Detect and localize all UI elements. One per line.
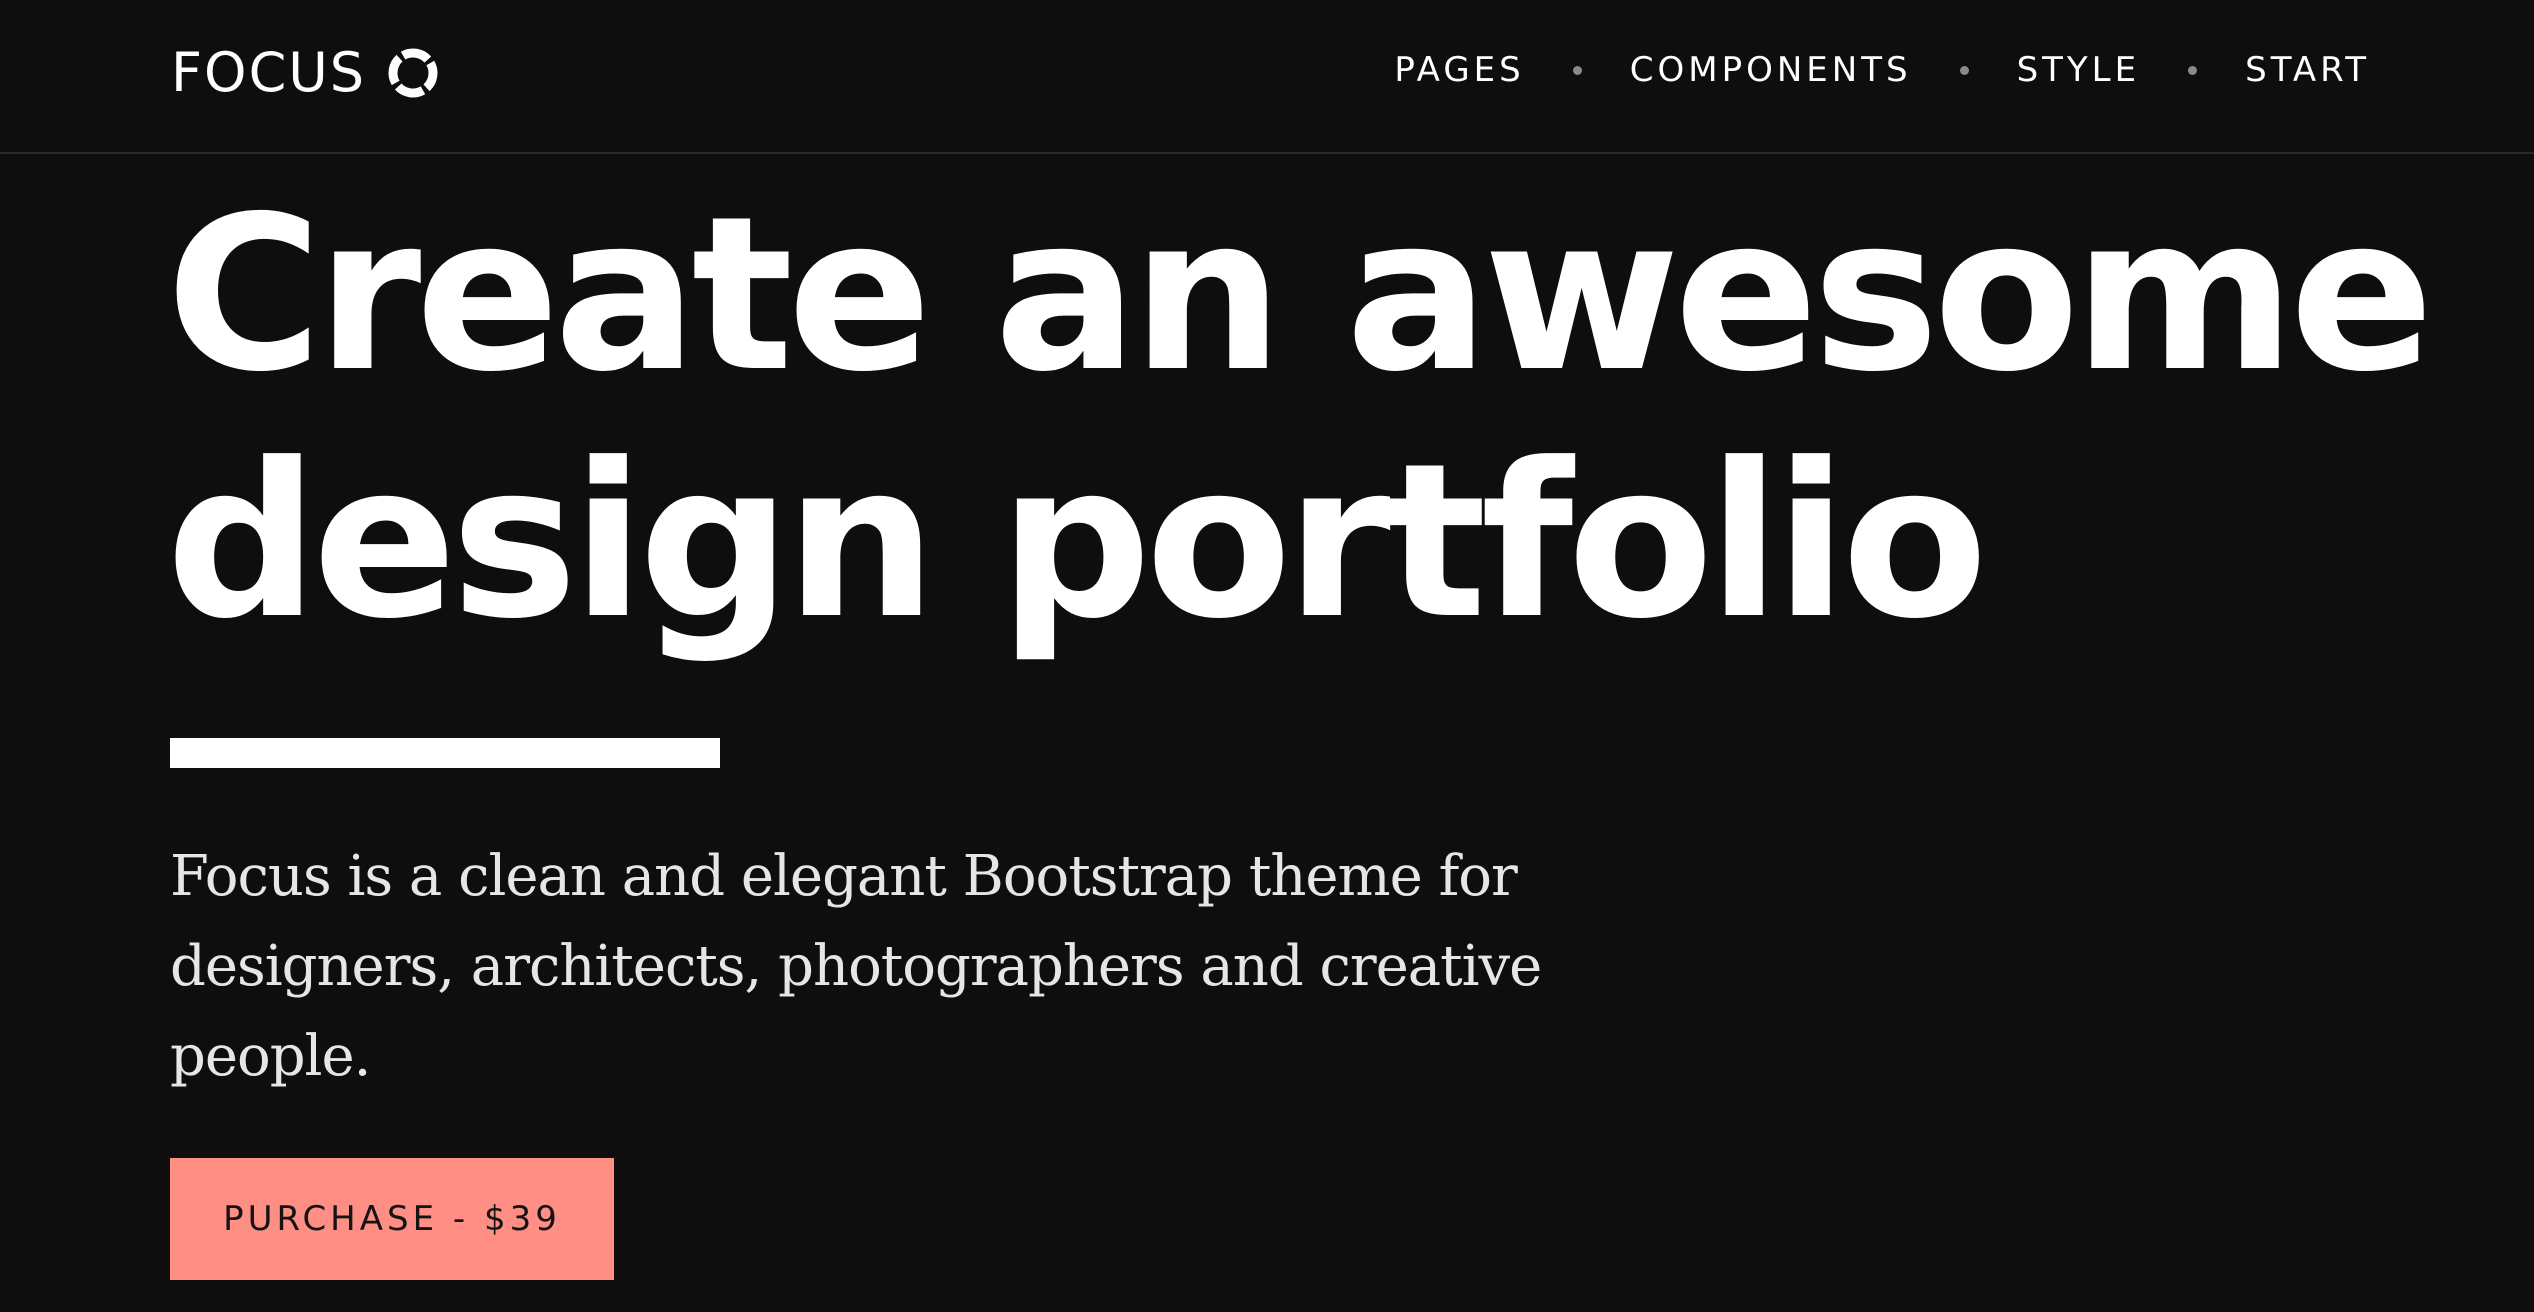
nav-item-style[interactable]: STYLE — [2017, 40, 2141, 100]
hero-lead-line-1: Focus is a clean and elegant Bootstrap t… — [170, 844, 1518, 909]
nav-item-pages[interactable]: PAGES — [1394, 40, 1524, 100]
nav-item-components[interactable]: COMPONENTS — [1630, 40, 1912, 100]
hero-title: Create an awesome design portfolio — [166, 171, 2434, 666]
main-nav: PAGES COMPONENTS STYLE START — [1394, 40, 2370, 100]
hero-lead-text: Focus is a clean and elegant Bootstrap t… — [170, 832, 1570, 1102]
ring-logo-icon — [386, 46, 440, 100]
purchase-button[interactable]: PURCHASE - $39 — [170, 1158, 614, 1280]
brand-logo-link[interactable]: FOCUS — [171, 38, 440, 108]
nav-separator-dot — [1959, 65, 1969, 75]
hero-lead-line-2: designers, architects, photographers and… — [170, 934, 1542, 999]
hero-divider — [170, 738, 720, 768]
hero-title-line-1: Create an awesome — [166, 171, 2434, 419]
hero-lead-line-3: people. — [170, 1024, 371, 1089]
top-navbar: FOCUS PAGES COMPONENTS STYLE START — [0, 0, 2534, 154]
nav-item-start[interactable]: START — [2245, 40, 2370, 100]
nav-separator-dot — [2188, 65, 2198, 75]
nav-separator-dot — [1572, 65, 1582, 75]
brand-name: FOCUS — [171, 41, 367, 104]
hero-title-line-2: design portfolio — [166, 418, 1988, 666]
